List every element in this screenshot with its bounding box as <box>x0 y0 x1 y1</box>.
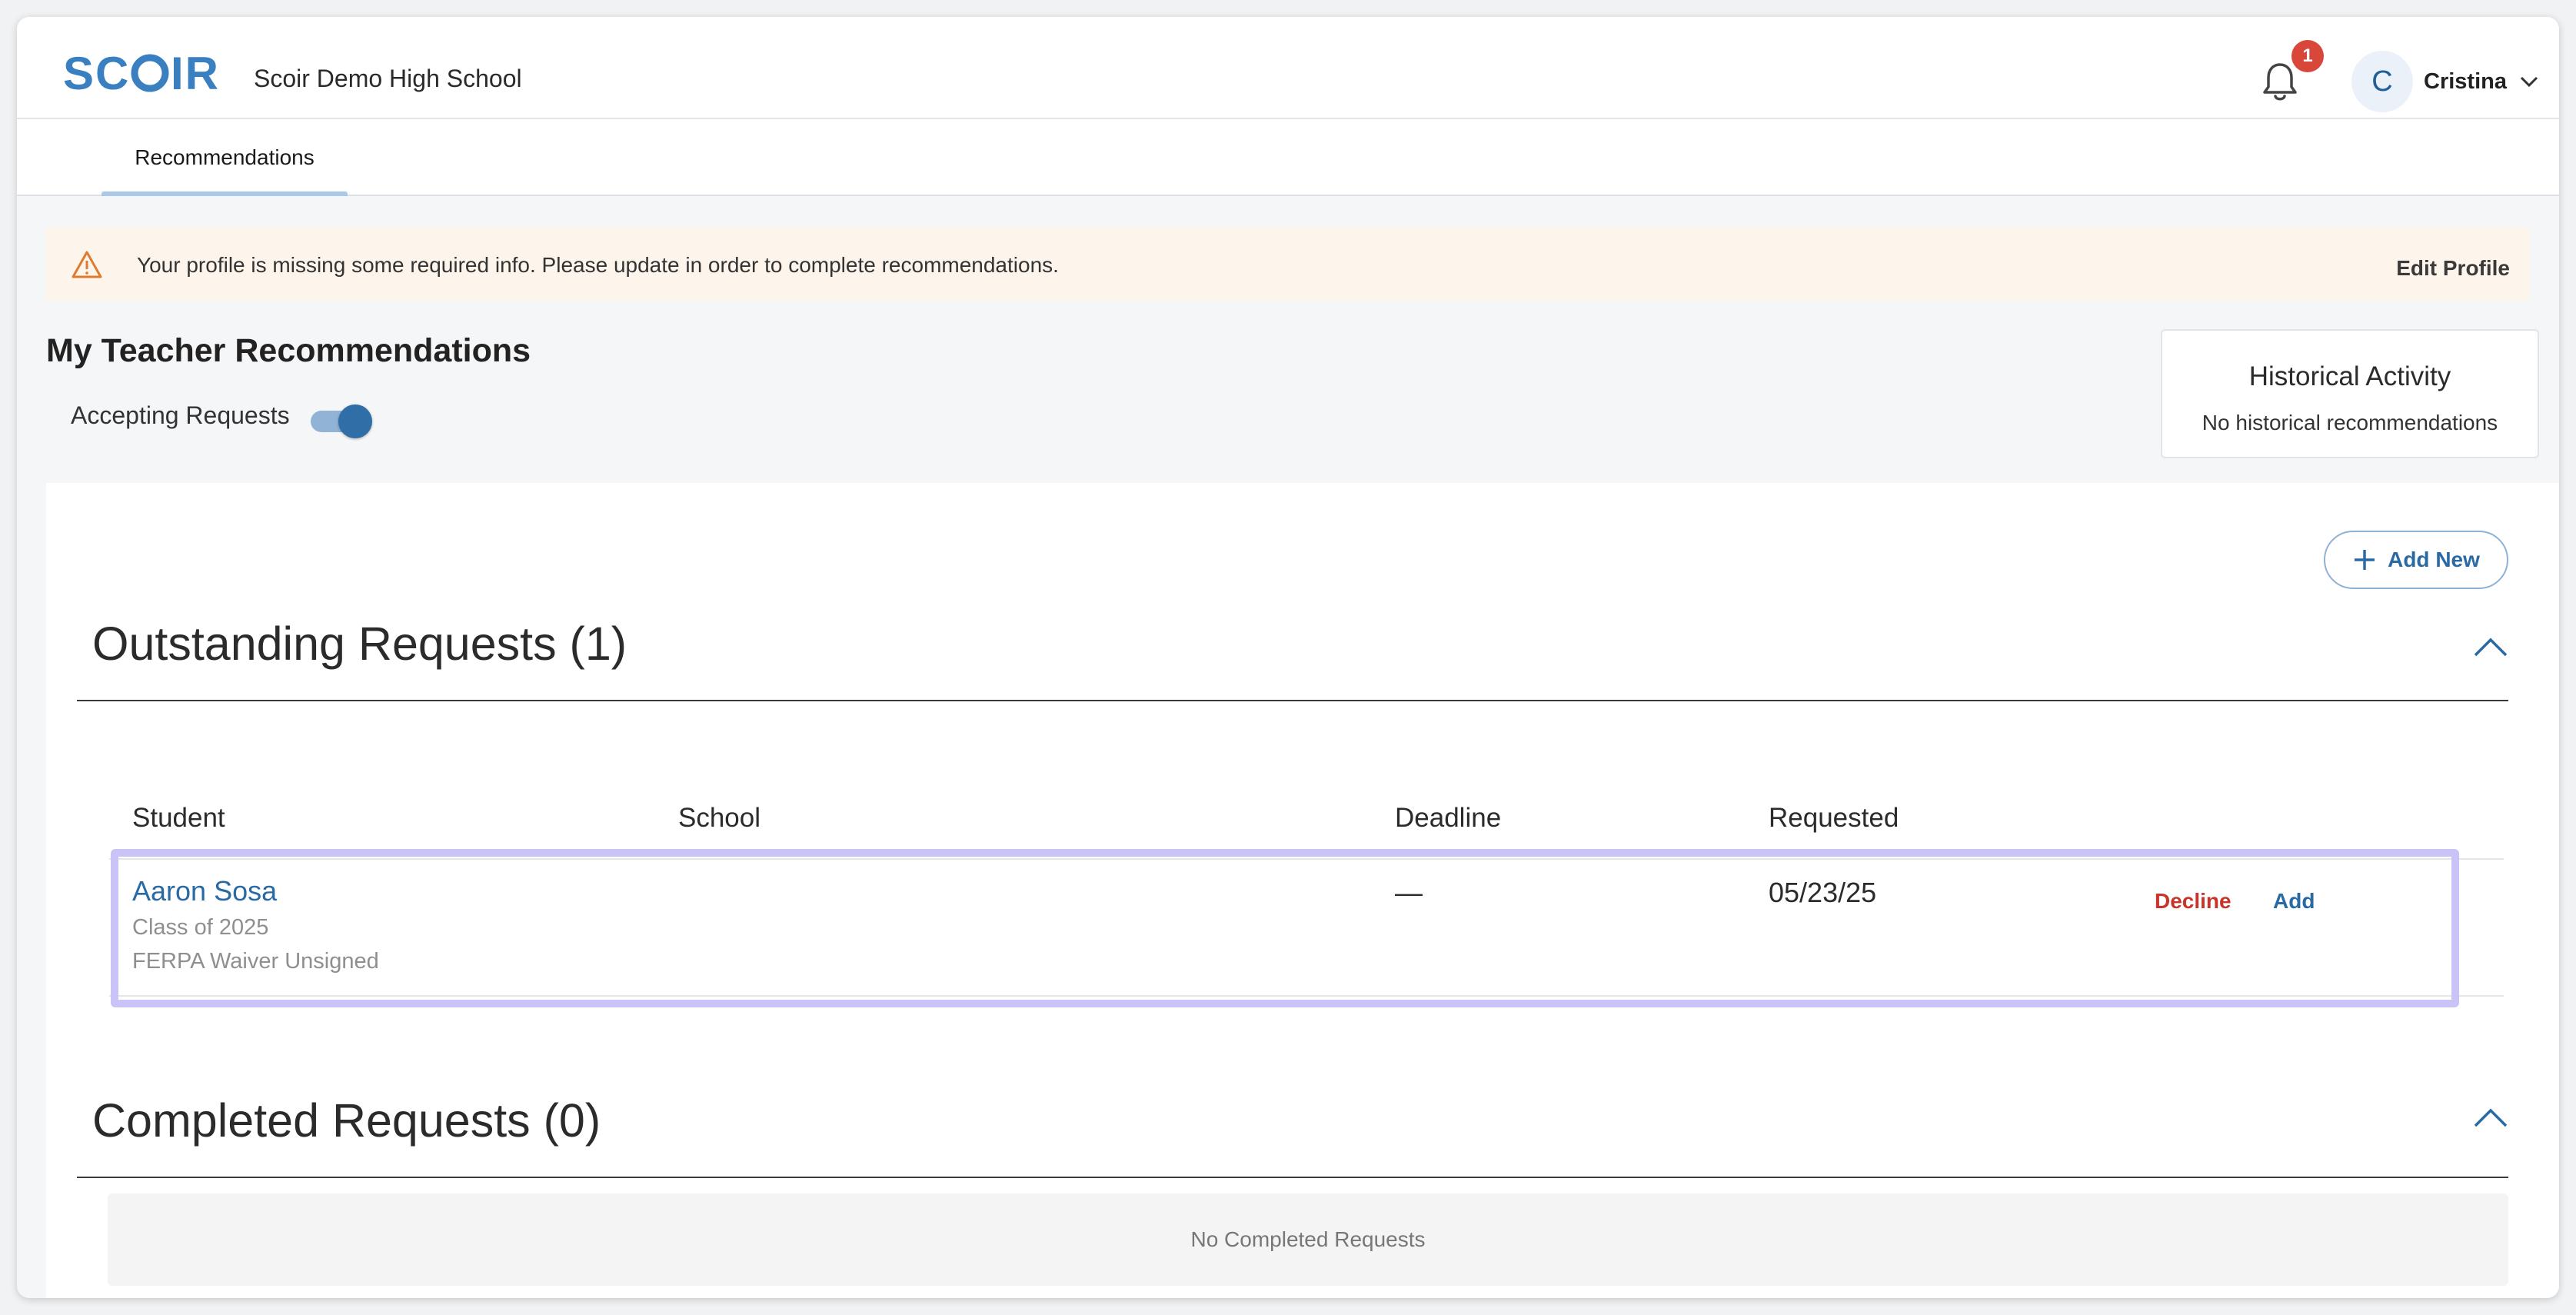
top-header: SC IR Scoir Demo High School 1 C Cristin… <box>17 17 2559 119</box>
accepting-requests-toggle[interactable] <box>311 401 372 440</box>
edit-profile-link[interactable]: Edit Profile <box>2396 256 2510 281</box>
outstanding-requests-title: Outstanding Requests (1) <box>92 618 627 670</box>
warning-icon <box>72 251 102 278</box>
column-header-student: Student <box>132 803 225 833</box>
column-header-deadline: Deadline <box>1395 803 1502 833</box>
ferpa-status: FERPA Waiver Unsigned <box>132 949 379 974</box>
active-tab-indicator <box>102 191 348 196</box>
column-header-school: School <box>678 803 761 833</box>
svg-text:IR: IR <box>171 48 220 98</box>
user-menu[interactable]: C Cristina <box>2351 51 2539 112</box>
student-class-year: Class of 2025 <box>132 915 269 940</box>
chevron-up-icon[interactable] <box>2471 1104 2510 1130</box>
add-new-label: Add New <box>2388 548 2480 571</box>
empty-state-message: No Completed Requests <box>108 1193 2508 1286</box>
tab-bar: Recommendations <box>17 119 2559 196</box>
profile-warning-banner: Your profile is missing some required in… <box>46 227 2530 301</box>
school-name: Scoir Demo High School <box>254 65 522 92</box>
notification-count-badge: 1 <box>2291 40 2324 72</box>
add-new-button[interactable]: Add New <box>2324 531 2508 589</box>
outstanding-divider <box>77 700 2508 701</box>
requested-date: 05/23/25 <box>1769 877 1877 908</box>
historical-activity-card[interactable]: Historical Activity No historical recomm… <box>2161 329 2539 458</box>
completed-requests-title: Completed Requests (0) <box>92 1094 601 1147</box>
tab-recommendations[interactable]: Recommendations <box>102 119 348 196</box>
recommendations-card: Add New Outstanding Requests (1) Student… <box>46 483 2559 1298</box>
warning-message: Your profile is missing some required in… <box>137 253 1059 277</box>
plus-icon <box>2355 550 2375 570</box>
table-row-divider <box>109 995 2504 997</box>
user-name: Cristina <box>2424 68 2507 94</box>
app-window: SC IR Scoir Demo High School 1 C Cristin… <box>17 17 2559 1298</box>
scoir-logo[interactable]: SC IR <box>63 48 240 98</box>
chevron-down-icon <box>2520 76 2538 88</box>
column-header-requested: Requested <box>1769 803 1899 833</box>
toggle-knob <box>338 404 372 438</box>
completed-divider <box>77 1177 2508 1178</box>
historical-activity-subtitle: No historical recommendations <box>2202 411 2498 434</box>
svg-text:SC: SC <box>63 48 130 98</box>
accepting-requests-label: Accepting Requests <box>71 401 290 429</box>
decline-button[interactable]: Decline <box>2155 889 2232 914</box>
chevron-up-icon[interactable] <box>2471 634 2510 660</box>
add-request-button[interactable]: Add <box>2273 889 2315 914</box>
page-title: My Teacher Recommendations <box>46 332 531 369</box>
avatar: C <box>2351 51 2413 112</box>
table-row-highlight <box>111 849 2459 1007</box>
student-name-link[interactable]: Aaron Sosa <box>132 875 277 907</box>
deadline-value: — <box>1395 877 1423 908</box>
notifications-bell-icon[interactable] <box>2261 62 2299 103</box>
table-header-divider <box>109 858 2504 860</box>
historical-activity-title: Historical Activity <box>2248 361 2451 391</box>
